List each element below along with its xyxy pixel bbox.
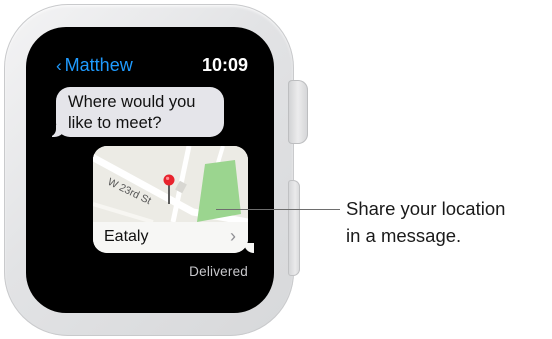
delivery-status: Delivered — [189, 264, 248, 279]
callout-caption: Share your location in a message. — [346, 195, 552, 249]
chevron-left-icon: ‹ — [56, 55, 62, 75]
clock-time: 10:09 — [201, 55, 248, 75]
message-line-1: Where would you — [68, 93, 196, 111]
contact-name: Matthew — [64, 55, 133, 75]
side-button[interactable] — [288, 180, 300, 276]
location-card[interactable]: W 23rd St Eataly › — [93, 146, 248, 253]
message-header: ‹ Matthew 10:09 — [26, 53, 274, 77]
place-row[interactable]: Eataly › — [93, 222, 248, 253]
message-line-2: like to meet? — [68, 114, 162, 132]
back-button[interactable]: ‹ Matthew — [56, 53, 133, 77]
callout-line — [216, 209, 340, 210]
chevron-right-icon: › — [230, 226, 236, 246]
watch-screen: ‹ Matthew 10:09 Where would you like to … — [26, 27, 274, 313]
callout-line-2: in a message. — [346, 225, 462, 246]
place-name: Eataly — [104, 228, 149, 245]
incoming-message-bubble[interactable]: Where would you like to meet? — [46, 87, 224, 137]
map-thumbnail: W 23rd St — [93, 146, 248, 222]
callout-line-1: Share your location — [346, 198, 506, 219]
digital-crown[interactable] — [288, 80, 308, 144]
